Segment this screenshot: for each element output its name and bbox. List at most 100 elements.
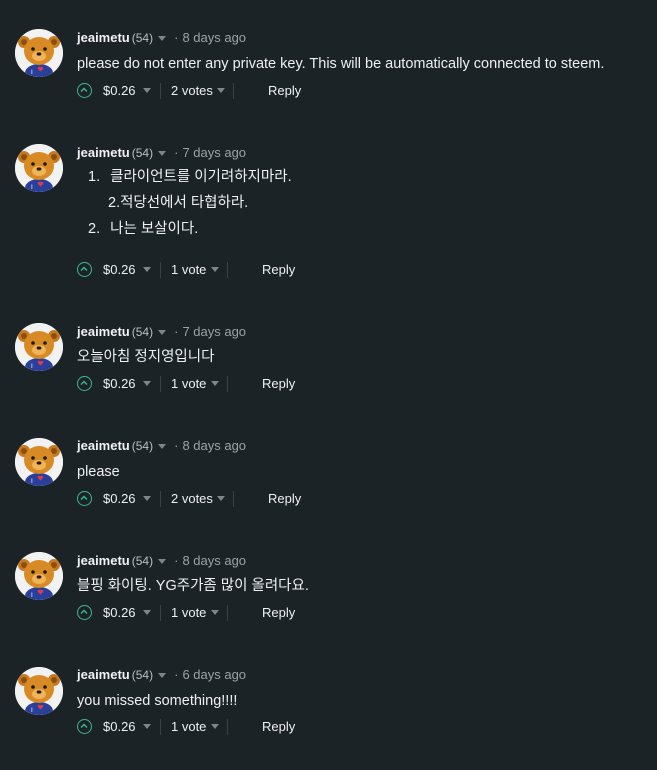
divider	[233, 491, 234, 507]
teddy-bear-avatar	[15, 144, 63, 192]
caret-down-icon[interactable]	[143, 88, 151, 93]
divider	[160, 376, 161, 392]
comment-body: please do not enter any private key. Thi…	[77, 56, 605, 72]
reply-link[interactable]: Reply	[268, 80, 301, 102]
caret-down-icon[interactable]	[158, 36, 167, 42]
divider	[233, 83, 234, 99]
reply-link[interactable]: Reply	[262, 716, 295, 738]
list-marker: 2.	[88, 221, 101, 237]
caret-down-icon[interactable]	[158, 559, 167, 565]
avatar[interactable]	[15, 438, 63, 486]
caret-down-icon[interactable]	[158, 444, 167, 450]
caret-down-icon[interactable]	[143, 267, 151, 272]
comment-footer: $0.26 1 vote Reply	[77, 716, 477, 738]
votes-count[interactable]: 1 vote	[171, 373, 206, 395]
payout-value[interactable]: $0.26	[103, 716, 136, 738]
votes-count[interactable]: 2 votes	[171, 80, 213, 102]
upvote-button[interactable]	[77, 491, 92, 506]
payout-value[interactable]: $0.26	[103, 259, 136, 281]
avatar[interactable]	[15, 29, 63, 77]
caret-down-icon[interactable]	[158, 151, 167, 157]
chevron-up-icon	[80, 723, 88, 728]
divider	[227, 376, 228, 392]
reply-link[interactable]: Reply	[262, 373, 295, 395]
caret-down-icon[interactable]	[217, 496, 225, 501]
divider	[227, 262, 228, 278]
reply-link[interactable]: Reply	[268, 488, 301, 510]
caret-down-icon[interactable]	[211, 610, 219, 615]
author-name[interactable]: jeaimetu	[77, 438, 130, 453]
caret-down-icon[interactable]	[143, 381, 151, 386]
chevron-up-icon	[80, 87, 88, 92]
reply-link[interactable]: Reply	[262, 602, 295, 624]
votes-count[interactable]: 2 votes	[171, 488, 213, 510]
payout-value[interactable]: $0.26	[103, 80, 136, 102]
list-text: 클라이언트를 이기려하지마라.	[110, 169, 292, 185]
caret-down-icon[interactable]	[211, 724, 219, 729]
votes-count[interactable]: 1 vote	[171, 716, 206, 738]
list-text: 2.적당선에서 타협하라.	[108, 195, 249, 211]
comment-age[interactable]: 7 days ago	[182, 324, 246, 339]
avatar[interactable]	[15, 667, 63, 715]
separator-dot: ·	[174, 324, 179, 339]
author-name[interactable]: jeaimetu	[77, 667, 130, 682]
caret-down-icon[interactable]	[143, 496, 151, 501]
separator-dot: ·	[174, 145, 179, 160]
upvote-button[interactable]	[77, 83, 92, 98]
comment-body: please	[77, 464, 120, 480]
author-name[interactable]: jeaimetu	[77, 145, 130, 160]
author-name[interactable]: jeaimetu	[77, 553, 130, 568]
author-name[interactable]: jeaimetu	[77, 324, 130, 339]
comment-footer: $0.26 1 vote Reply	[77, 259, 477, 281]
list-text: 나는 보살이다.	[110, 221, 199, 237]
upvote-button[interactable]	[77, 376, 92, 391]
comment-age[interactable]: 8 days ago	[182, 30, 246, 45]
caret-down-icon[interactable]	[158, 673, 167, 679]
caret-down-icon[interactable]	[211, 267, 219, 272]
comment-body: you missed something!!!!	[77, 693, 238, 709]
reply-link[interactable]: Reply	[262, 259, 295, 281]
caret-down-icon[interactable]	[217, 88, 225, 93]
author-reputation: (54)	[131, 146, 154, 160]
votes-count[interactable]: 1 vote	[171, 259, 206, 281]
separator-dot: ·	[174, 30, 179, 45]
author-reputation: (54)	[131, 668, 154, 682]
author-reputation: (54)	[131, 439, 154, 453]
caret-down-icon[interactable]	[143, 724, 151, 729]
author-name[interactable]: jeaimetu	[77, 30, 130, 45]
separator-dot: ·	[174, 553, 179, 568]
comment-footer: $0.26 2 votes Reply	[77, 80, 477, 102]
payout-value[interactable]: $0.26	[103, 373, 136, 395]
comment-age[interactable]: 7 days ago	[182, 145, 246, 160]
upvote-button[interactable]	[77, 262, 92, 277]
comment-body: 오늘아침 정지영입니다	[77, 349, 215, 365]
separator-dot: ·	[174, 438, 179, 453]
caret-down-icon[interactable]	[143, 610, 151, 615]
list-item: 1. 클라이언트를 이기려하지마라.	[88, 166, 292, 191]
chevron-up-icon	[80, 266, 88, 271]
list-marker: 1.	[88, 169, 101, 185]
payout-value[interactable]: $0.26	[103, 488, 136, 510]
caret-down-icon[interactable]	[211, 381, 219, 386]
teddy-bear-avatar	[15, 29, 63, 77]
chevron-up-icon	[80, 495, 88, 500]
caret-down-icon[interactable]	[158, 330, 167, 336]
teddy-bear-avatar	[15, 323, 63, 371]
comment-age[interactable]: 8 days ago	[182, 438, 246, 453]
avatar[interactable]	[15, 323, 63, 371]
teddy-bear-avatar	[15, 438, 63, 486]
divider	[227, 719, 228, 735]
divider	[160, 83, 161, 99]
chevron-up-icon	[80, 609, 88, 614]
avatar[interactable]	[15, 144, 63, 192]
divider	[160, 262, 161, 278]
upvote-button[interactable]	[77, 719, 92, 734]
author-reputation: (54)	[131, 31, 154, 45]
comment-age[interactable]: 6 days ago	[182, 667, 246, 682]
comment-age[interactable]: 8 days ago	[182, 553, 246, 568]
votes-count[interactable]: 1 vote	[171, 602, 206, 624]
author-reputation: (54)	[131, 325, 154, 339]
upvote-button[interactable]	[77, 605, 92, 620]
avatar[interactable]	[15, 552, 63, 600]
payout-value[interactable]: $0.26	[103, 602, 136, 624]
